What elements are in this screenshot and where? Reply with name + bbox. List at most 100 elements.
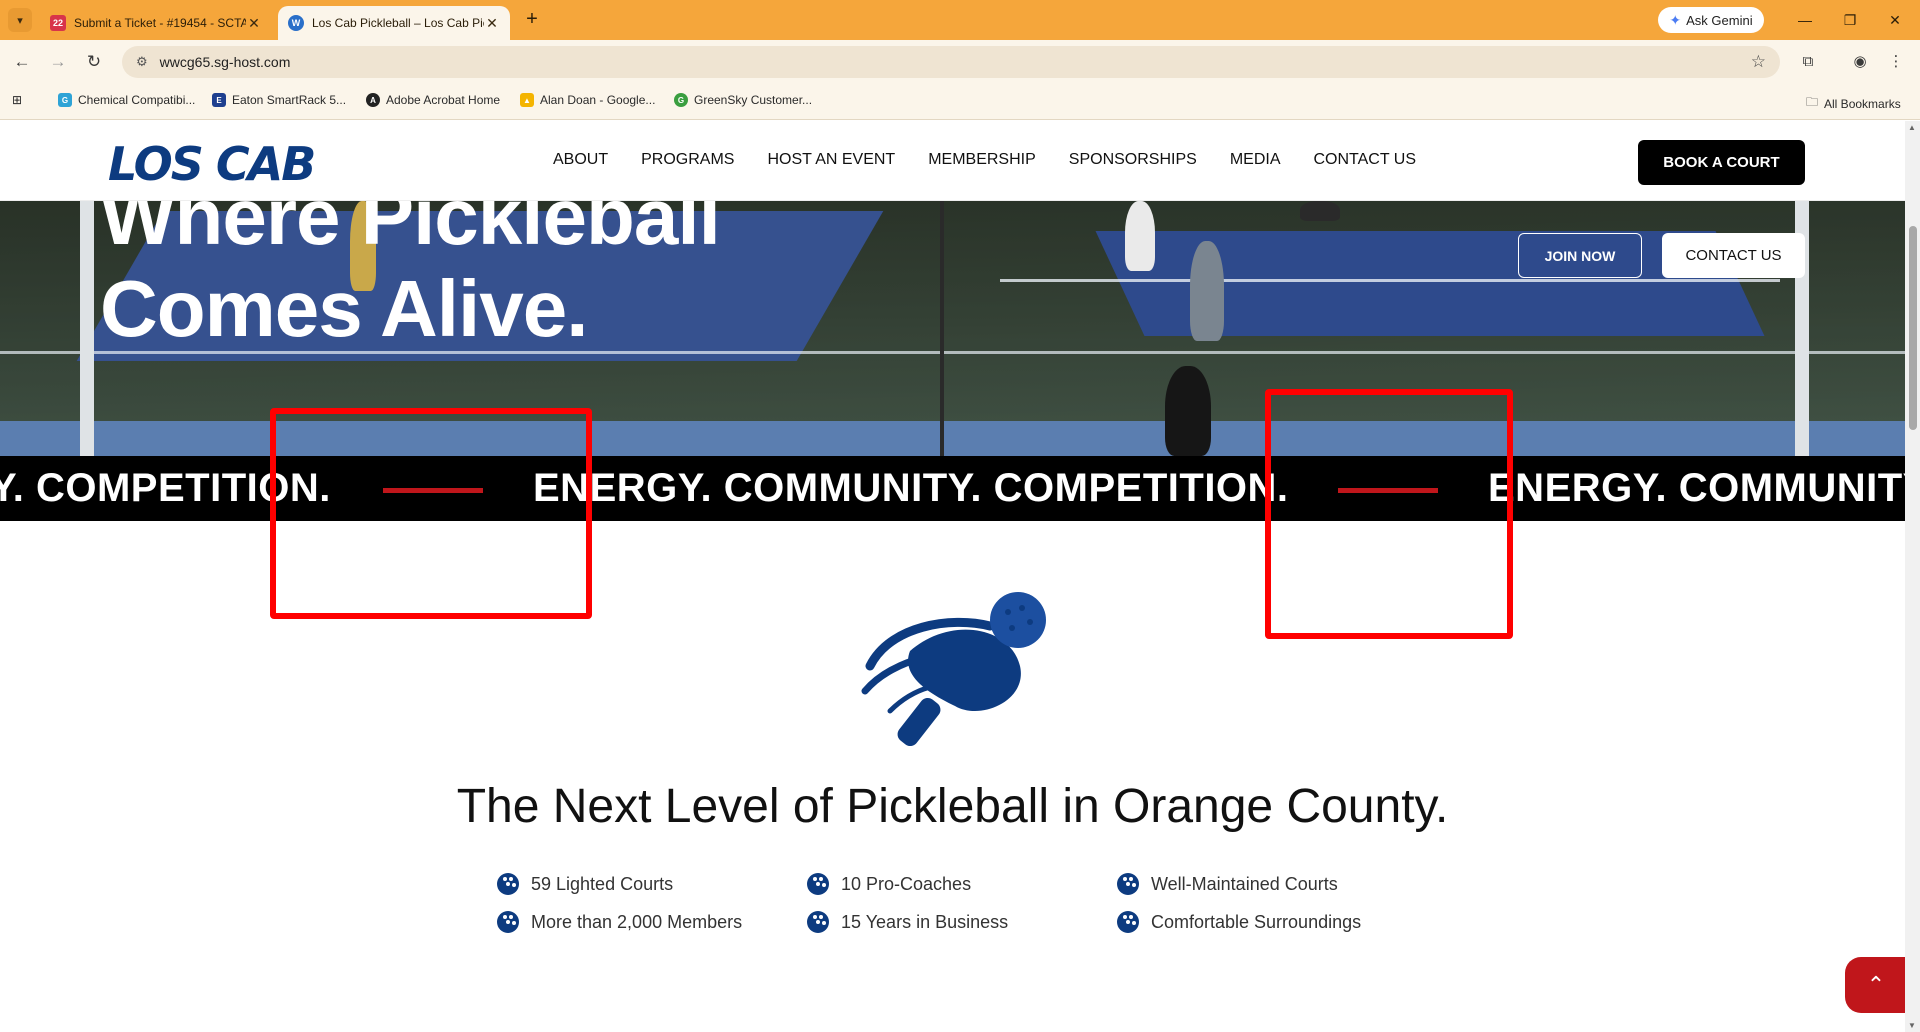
hero-title-line: Comes Alive. xyxy=(100,264,588,353)
folder-icon: 🗀 xyxy=(1806,95,1819,109)
bookmark-favicon-icon: E xyxy=(212,93,226,107)
extensions-icon[interactable]: ⧉ xyxy=(1796,50,1820,74)
hero-contact-us-button[interactable]: CONTACT US xyxy=(1662,233,1805,278)
scroll-to-top-button[interactable]: ⌃ xyxy=(1845,957,1905,1013)
bookmark-eaton[interactable]: E Eaton SmartRack 5... xyxy=(212,93,346,107)
tagline-heading: The Next Level of Pickleball in Orange C… xyxy=(456,780,1449,833)
apps-grid-icon[interactable]: ⊞ xyxy=(12,93,22,107)
web-page: LOS CAB ABOUT PROGRAMS HOST AN EVENT MEM… xyxy=(0,121,1905,1032)
pickleball-icon xyxy=(497,873,519,895)
feature-item: 59 Lighted Courts xyxy=(497,873,807,895)
feature-item: Well-Maintained Courts xyxy=(1117,873,1397,895)
nav-media[interactable]: MEDIA xyxy=(1230,151,1281,169)
tab-submit-ticket[interactable]: 22 Submit a Ticket - #19454 - SCTA ✕ xyxy=(40,6,272,40)
hero-title-line: Where Pickleball xyxy=(100,201,721,261)
feature-label: Well-Maintained Courts xyxy=(1151,873,1338,894)
feature-item: More than 2,000 Members xyxy=(497,911,807,933)
main-navigation: ABOUT PROGRAMS HOST AN EVENT MEMBERSHIP … xyxy=(553,151,1416,169)
scroll-down-arrow-icon[interactable]: ▼ xyxy=(1908,1021,1916,1030)
feature-item: 15 Years in Business xyxy=(807,911,1117,933)
bookmark-label: Alan Doan - Google... xyxy=(540,93,656,107)
player-image xyxy=(1165,366,1211,456)
book-a-court-button[interactable]: BOOK A COURT xyxy=(1638,140,1805,185)
bookmark-star-icon[interactable]: ☆ xyxy=(1751,52,1766,72)
pickleball-icon xyxy=(1117,911,1139,933)
bookmark-chemical[interactable]: G Chemical Compatibi... xyxy=(58,93,195,107)
player-image xyxy=(1190,241,1224,341)
bookmark-label: Adobe Acrobat Home xyxy=(386,93,501,107)
player-image xyxy=(1300,201,1340,221)
address-text: wwcg65.sg-host.com xyxy=(159,54,291,70)
pickleball-paddle-icon xyxy=(861,592,1046,747)
drive-favicon-icon: ▲ xyxy=(520,93,534,107)
nav-membership[interactable]: MEMBERSHIP xyxy=(928,151,1036,169)
bookmarks-bar: ⊞ G Chemical Compatibi... E Eaton SmartR… xyxy=(0,84,1920,120)
bookmark-greensky[interactable]: G GreenSky Customer... xyxy=(674,93,812,107)
all-bookmarks-button[interactable]: 🗀 All Bookmarks xyxy=(1806,93,1901,114)
bookmark-adobe[interactable]: A Adobe Acrobat Home xyxy=(366,93,500,107)
feature-label: 59 Lighted Courts xyxy=(531,873,674,894)
profile-icon[interactable]: ◉ xyxy=(1848,50,1872,74)
browser-toolbar: ← → ↻ ⚙ wwcg65.sg-host.com ☆ ⧉ ◉ ⋮ xyxy=(0,40,1920,84)
feature-label: More than 2,000 Members xyxy=(531,911,743,932)
reload-button[interactable]: ↻ xyxy=(82,50,106,74)
bookmark-label: GreenSky Customer... xyxy=(694,93,813,107)
pickleball-icon xyxy=(497,911,519,933)
nav-sponsorships[interactable]: SPONSORSHIPS xyxy=(1069,151,1197,169)
court-line xyxy=(1000,279,1780,282)
back-button[interactable]: ← xyxy=(10,50,34,74)
bookmark-favicon-icon: A xyxy=(366,93,380,107)
bookmark-favicon-icon: G xyxy=(674,93,688,107)
feature-label: 15 Years in Business xyxy=(841,911,1009,932)
nav-about[interactable]: ABOUT xyxy=(553,151,608,169)
feature-item: Comfortable Surroundings xyxy=(1117,911,1397,933)
annotation-box xyxy=(1265,389,1513,639)
site-info-icon[interactable]: ⚙ xyxy=(136,54,148,70)
gemini-sparkle-icon: ✦ xyxy=(1669,11,1682,28)
site-logo[interactable]: LOS CAB xyxy=(108,137,316,191)
ask-gemini-button[interactable]: ✦ Ask Gemini xyxy=(1658,7,1764,33)
tab-title: Los Cab Pickleball – Los Cab Pickleball xyxy=(312,16,484,30)
pickleball-icon xyxy=(807,911,829,933)
browser-tab-bar: ▾ 22 Submit a Ticket - #19454 - SCTA ✕ W… xyxy=(0,0,1920,40)
bookmark-google-drive[interactable]: ▲ Alan Doan - Google... xyxy=(520,93,655,107)
close-window-button[interactable]: ✕ xyxy=(1875,8,1915,32)
bookmark-label: Chemical Compatibi... xyxy=(78,93,196,107)
chevron-down-icon: ▾ xyxy=(17,14,23,27)
bookmark-label: Eaton SmartRack 5... xyxy=(232,93,347,107)
close-icon[interactable]: ✕ xyxy=(484,15,500,32)
feature-label: 10 Pro-Coaches xyxy=(841,873,972,894)
address-bar[interactable]: ⚙ wwcg65.sg-host.com ☆ xyxy=(122,46,1780,78)
nav-programs[interactable]: PROGRAMS xyxy=(641,151,734,169)
nav-host-an-event[interactable]: HOST AN EVENT xyxy=(767,151,895,169)
bookmark-favicon-icon: G xyxy=(58,93,72,107)
tab-search-button[interactable]: ▾ xyxy=(8,8,32,32)
more-menu-icon[interactable]: ⋮ xyxy=(1884,50,1908,74)
marquee-text: ENERGY. COMMUNITY xyxy=(1488,466,1905,510)
player-image xyxy=(1125,201,1155,271)
court-post xyxy=(80,201,94,456)
forward-button[interactable]: → xyxy=(46,50,70,74)
site-header: LOS CAB ABOUT PROGRAMS HOST AN EVENT MEM… xyxy=(0,121,1905,201)
new-tab-button[interactable]: + xyxy=(520,8,544,32)
feature-label: Comfortable Surroundings xyxy=(1151,911,1362,932)
tab-los-cab[interactable]: W Los Cab Pickleball – Los Cab Picklebal… xyxy=(278,6,510,40)
ask-gemini-label: Ask Gemini xyxy=(1686,12,1753,28)
annotation-box xyxy=(270,408,592,619)
hero-title: Where Pickleball Comes Alive. xyxy=(100,201,721,355)
marquee-text: ENERGY. COMMUNITY. COMPETITION. xyxy=(533,466,1289,510)
scrollbar-thumb[interactable] xyxy=(1909,226,1917,430)
pickleball-icon xyxy=(807,873,829,895)
tab-title: Submit a Ticket - #19454 - SCTA xyxy=(74,16,246,30)
join-now-button[interactable]: JOIN NOW xyxy=(1518,233,1642,278)
nav-contact-us[interactable]: CONTACT US xyxy=(1313,151,1416,169)
restore-button[interactable]: ❐ xyxy=(1830,8,1870,32)
pickleball-icon xyxy=(1117,873,1139,895)
minimize-button[interactable]: — xyxy=(1785,8,1825,32)
feature-item: 10 Pro-Coaches xyxy=(807,873,1117,895)
close-icon[interactable]: ✕ xyxy=(246,15,262,32)
scroll-up-arrow-icon[interactable]: ▲ xyxy=(1908,123,1916,132)
wordpress-favicon-icon: W xyxy=(288,15,304,31)
page-scrollbar[interactable]: ▲ ▼ xyxy=(1905,121,1920,1032)
features-list: 59 Lighted Courts 10 Pro-Coaches Well-Ma… xyxy=(497,873,1397,933)
